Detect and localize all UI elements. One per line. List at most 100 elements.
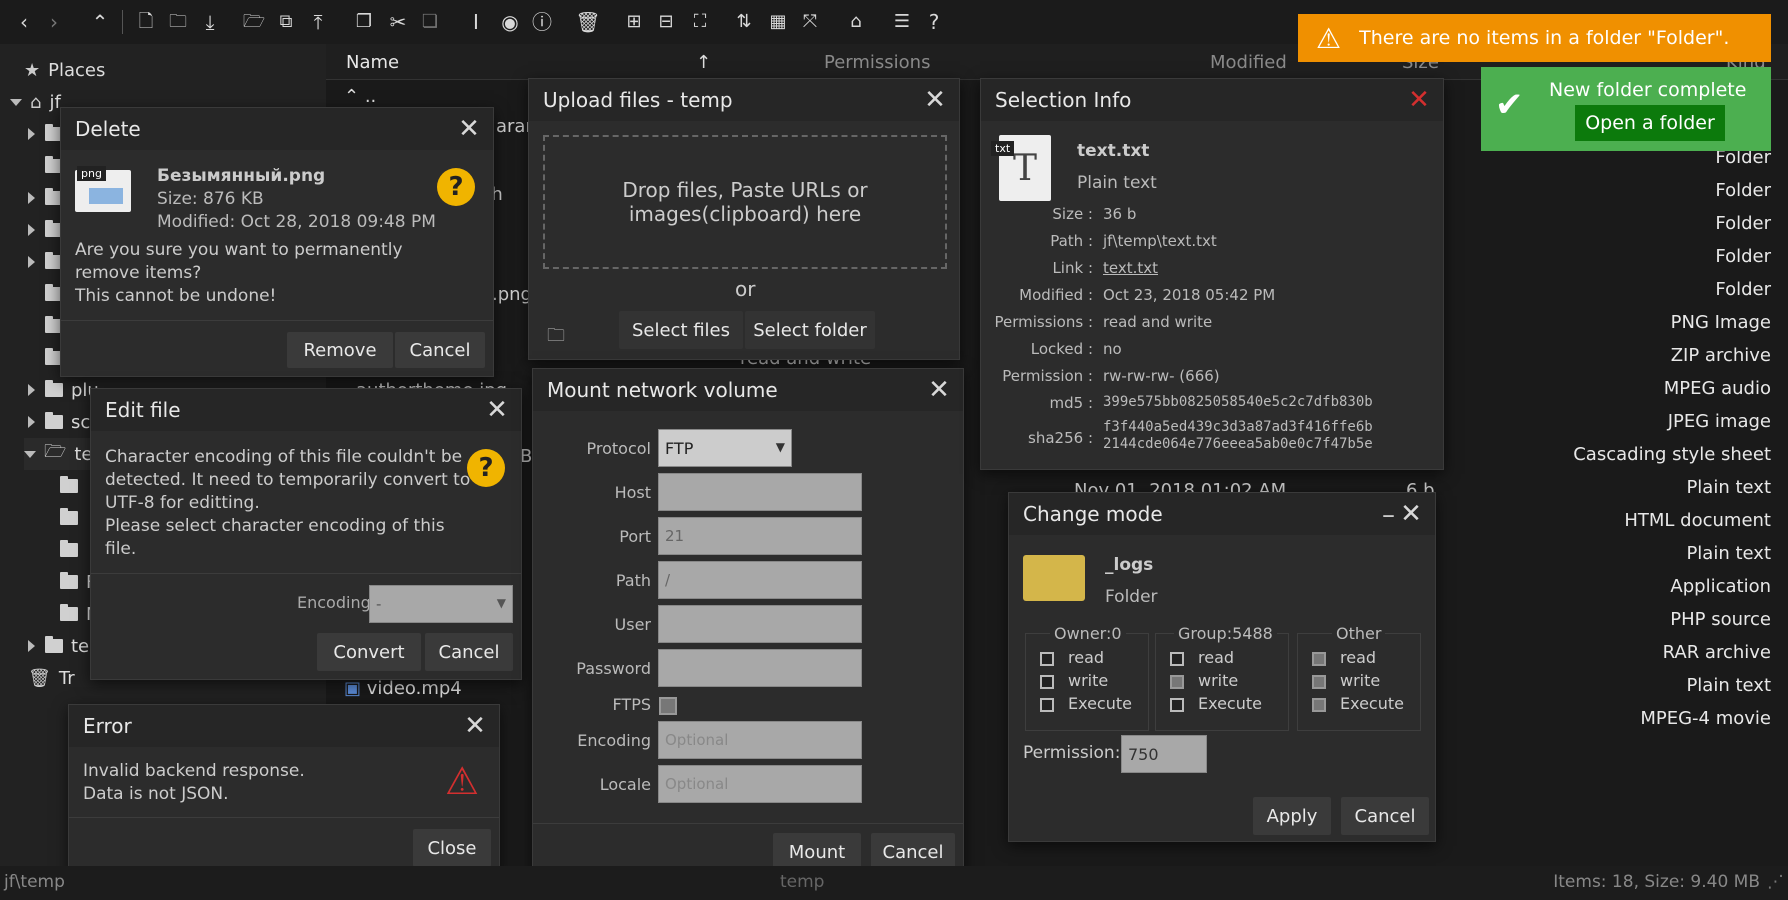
upload-icon[interactable]: ⤒: [304, 8, 332, 36]
resize-grip-icon[interactable]: ⋰: [1767, 872, 1784, 892]
tree-item-trash[interactable]: 🗑 Tr: [28, 662, 75, 694]
ftps-checkbox[interactable]: [659, 697, 677, 715]
forward-icon[interactable]: ›: [40, 8, 68, 36]
select-inverse-icon[interactable]: ⛶: [686, 8, 714, 36]
close-button[interactable]: Close: [413, 829, 491, 867]
owner-write-checkbox[interactable]: [1040, 675, 1054, 689]
permission-input[interactable]: 750: [1121, 735, 1207, 773]
info-icon[interactable]: ⓘ: [528, 8, 556, 36]
close-icon[interactable]: ✕: [1399, 501, 1423, 527]
convert-button[interactable]: Convert: [317, 633, 421, 671]
drop-zone[interactable]: Drop files, Paste URLs or images(clipboa…: [543, 135, 947, 269]
file-row-video[interactable]: ▣ video.mp4: [344, 678, 462, 699]
apply-button[interactable]: Apply: [1253, 797, 1331, 835]
locale-input[interactable]: Optional: [658, 765, 862, 803]
file-link[interactable]: text.txt: [1103, 259, 1158, 277]
tree-item-root[interactable]: ⌂ jf: [10, 86, 61, 118]
copy-icon[interactable]: ❐: [350, 8, 378, 36]
tree-item[interactable]: [28, 150, 63, 182]
dialog-titlebar[interactable]: Upload files - temp ✕: [529, 79, 959, 121]
group-write-checkbox[interactable]: [1170, 675, 1184, 689]
close-icon[interactable]: ✕: [457, 116, 481, 142]
tree-item[interactable]: [28, 118, 63, 150]
dialog-titlebar[interactable]: Delete ✕: [61, 108, 493, 150]
close-icon[interactable]: ✕: [923, 87, 947, 113]
col-name[interactable]: Name: [346, 52, 399, 73]
cancel-button[interactable]: Cancel: [395, 332, 485, 368]
dialog-titlebar[interactable]: Selection Info ✕: [981, 79, 1443, 121]
fullscreen-icon[interactable]: ⤧: [796, 8, 824, 36]
tree-item[interactable]: [60, 470, 78, 502]
minimize-icon[interactable]: –: [1382, 500, 1395, 530]
tree-item[interactable]: [60, 534, 78, 566]
tree-item[interactable]: [28, 214, 63, 246]
new-file-icon[interactable]: 🗋: [132, 8, 160, 36]
cancel-button[interactable]: Cancel: [1341, 797, 1429, 835]
protocol-select[interactable]: FTP ▼: [658, 429, 792, 467]
host-input[interactable]: [658, 473, 862, 511]
file-name[interactable]: .png: [492, 284, 532, 305]
select-folder-button[interactable]: Select folder: [745, 311, 875, 349]
col-permissions[interactable]: Permissions: [824, 52, 930, 73]
close-icon[interactable]: ✕: [927, 377, 951, 403]
dialog-titlebar[interactable]: Change mode – ✕: [1009, 493, 1435, 535]
paste-icon[interactable]: ❏: [416, 8, 444, 36]
close-icon[interactable]: ✕: [463, 713, 487, 739]
back-icon[interactable]: ‹: [10, 8, 38, 36]
dialog-titlebar[interactable]: Mount network volume ✕: [533, 369, 963, 411]
select-files-button[interactable]: Select files: [619, 311, 743, 349]
places-header[interactable]: ★ Places: [24, 54, 105, 86]
owner-execute-checkbox[interactable]: [1040, 698, 1054, 712]
drive-icon[interactable]: ⌂: [842, 8, 870, 36]
encoding-input[interactable]: Optional: [658, 721, 862, 759]
open-folder-icon[interactable]: 🗁: [240, 8, 268, 36]
new-folder-icon[interactable]: 🗀: [164, 8, 192, 36]
dialog-titlebar[interactable]: Error ✕: [69, 705, 499, 747]
tree-item[interactable]: [60, 502, 78, 534]
group-read-checkbox[interactable]: [1170, 652, 1184, 666]
password-input[interactable]: [658, 649, 862, 687]
tree-item-scripts[interactable]: scr: [28, 406, 98, 438]
error-dialog: Error ✕ Invalid backend response. Data is…: [68, 704, 500, 876]
close-icon[interactable]: ✕: [485, 397, 509, 423]
port-input[interactable]: 21: [658, 517, 862, 555]
remove-button[interactable]: Remove: [287, 332, 393, 368]
owner-read-checkbox[interactable]: [1040, 652, 1054, 666]
tree-item[interactable]: [28, 246, 63, 278]
sort-asc-icon[interactable]: ↑: [696, 52, 711, 73]
open-folder-button[interactable]: Open a folder: [1575, 105, 1725, 141]
other-execute-checkbox[interactable]: [1312, 698, 1326, 712]
col-modified[interactable]: Modified: [1210, 52, 1287, 73]
cut-icon[interactable]: ✂: [384, 8, 412, 36]
help-icon[interactable]: ?: [920, 8, 948, 36]
other-read-checkbox[interactable]: [1312, 652, 1326, 666]
trash-icon[interactable]: 🗑: [574, 8, 602, 36]
user-input[interactable]: [658, 605, 862, 643]
select-none-icon[interactable]: ⊟: [652, 8, 680, 36]
rename-icon[interactable]: I: [462, 8, 490, 36]
select-all-icon[interactable]: ⊞: [620, 8, 648, 36]
up-icon[interactable]: ⌃: [86, 8, 114, 36]
tree-item[interactable]: [28, 182, 63, 214]
encoding-select[interactable]: - ▼: [369, 585, 513, 623]
cancel-button[interactable]: Cancel: [425, 633, 513, 671]
tree-item[interactable]: [28, 310, 63, 342]
dialog-titlebar[interactable]: Edit file ✕: [91, 389, 521, 431]
settings-icon[interactable]: ☰: [888, 8, 916, 36]
warning-toast[interactable]: ⚠ There are no items in a folder "Folder…: [1298, 14, 1771, 62]
group-execute-checkbox[interactable]: [1170, 698, 1184, 712]
other-write-checkbox[interactable]: [1312, 675, 1326, 689]
duplicate-icon[interactable]: ⧉: [272, 8, 300, 36]
close-icon[interactable]: ✕: [1407, 87, 1431, 113]
path-input[interactable]: /: [658, 561, 862, 599]
view-grid-icon[interactable]: ▦: [764, 8, 792, 36]
tree-item[interactable]: [28, 278, 63, 310]
sort-icon[interactable]: ⇅: [730, 8, 758, 36]
parent-row[interactable]: ⌃ ..: [344, 86, 376, 107]
tree-item-plugins[interactable]: plu: [28, 374, 99, 406]
expand-icon[interactable]: [10, 98, 22, 106]
up-icon: ⌃: [344, 86, 360, 107]
success-toast[interactable]: ✔ New folder complete Open a folder: [1481, 67, 1771, 151]
preview-icon[interactable]: ◉: [496, 8, 524, 36]
download-icon[interactable]: ⤓: [196, 8, 224, 36]
